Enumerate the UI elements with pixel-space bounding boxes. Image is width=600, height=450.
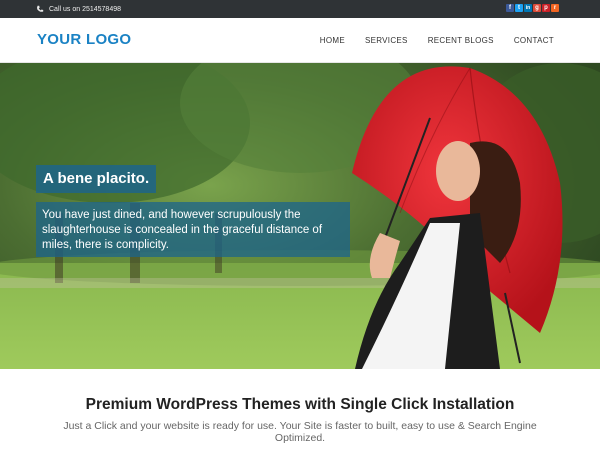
- pinterest-icon[interactable]: p: [542, 4, 550, 12]
- site-header: YOUR LOGO HOME SERVICES RECENT BLOGS CON…: [0, 18, 600, 63]
- rss-icon[interactable]: r: [551, 4, 559, 12]
- nav-recent-blogs[interactable]: RECENT BLOGS: [428, 36, 494, 45]
- phone-icon: [36, 5, 44, 13]
- google-plus-icon[interactable]: g: [533, 4, 541, 12]
- social-icons: f t in g p r: [506, 4, 559, 12]
- nav-services[interactable]: SERVICES: [365, 36, 408, 45]
- intro-text: Just a Click and your website is ready f…: [63, 420, 537, 444]
- intro-section: Premium WordPress Themes with Single Cli…: [0, 369, 600, 450]
- hero-title: A bene placito.: [36, 165, 157, 193]
- site-logo[interactable]: YOUR LOGO: [37, 31, 131, 48]
- nav-contact[interactable]: CONTACT: [514, 36, 554, 45]
- top-bar: Call us on 2514578498 f t in g p r: [0, 0, 600, 18]
- main-nav: HOME SERVICES RECENT BLOGS CONTACT: [300, 36, 554, 45]
- hero-text: You have just dined, and however scrupul…: [36, 202, 350, 257]
- phone-text: Call us on 2514578498: [49, 5, 122, 13]
- phone-contact: Call us on 2514578498: [36, 5, 121, 13]
- facebook-icon[interactable]: f: [506, 4, 514, 12]
- intro-heading: Premium WordPress Themes with Single Cli…: [85, 396, 515, 413]
- linkedin-icon[interactable]: in: [524, 4, 532, 12]
- twitter-icon[interactable]: t: [515, 4, 523, 12]
- hero-banner: A bene placito. You have just dined, and…: [0, 63, 600, 369]
- nav-home[interactable]: HOME: [320, 36, 345, 45]
